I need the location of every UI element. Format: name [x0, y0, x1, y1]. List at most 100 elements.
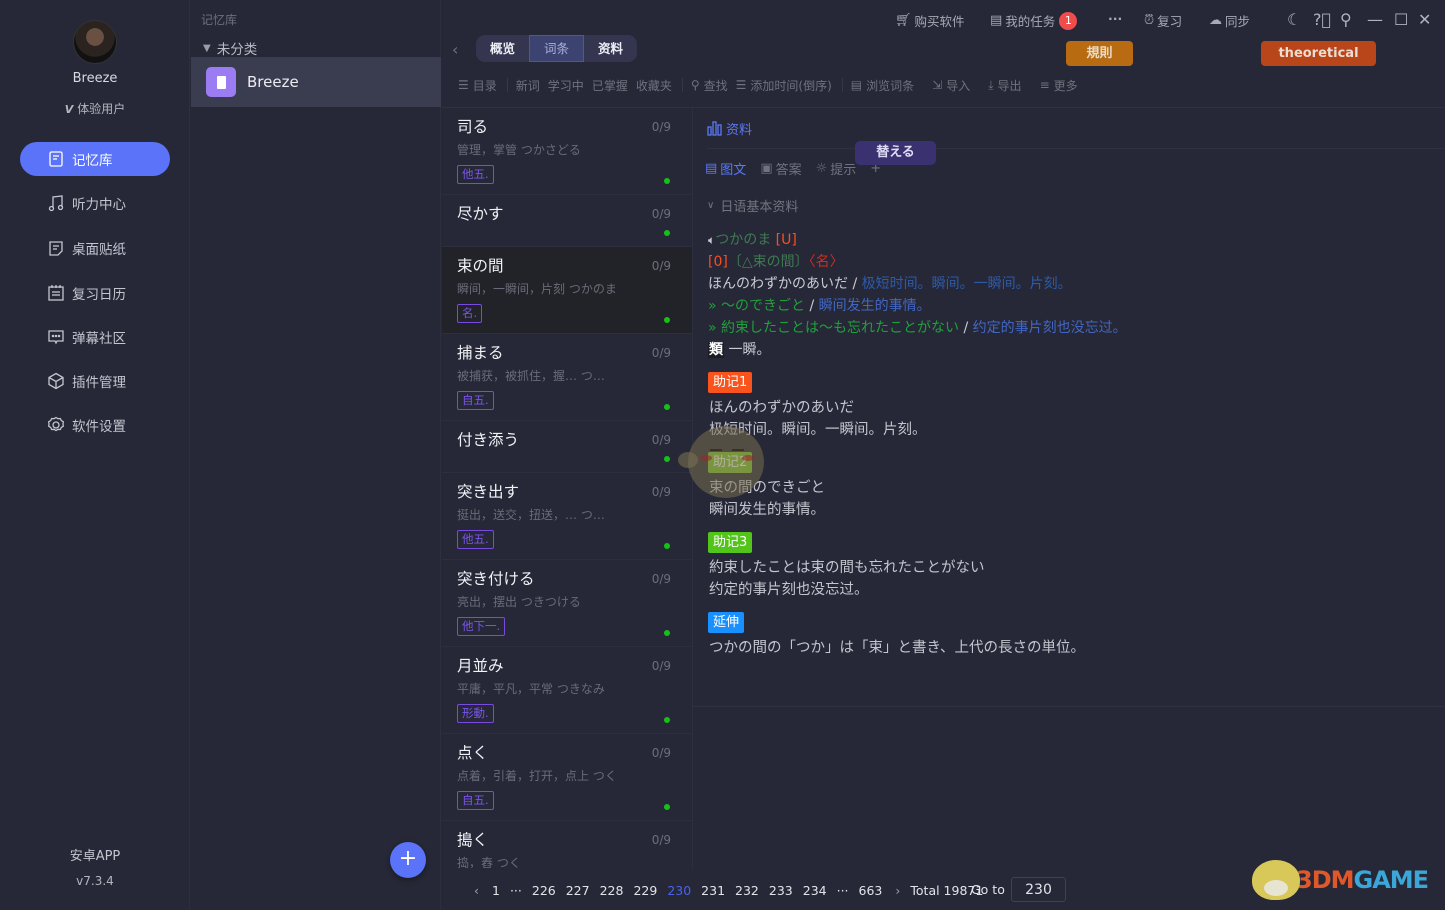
subtab-hint[interactable]: ☼ 提示 [816, 159, 857, 178]
page-number[interactable]: 228 [595, 883, 629, 898]
review-button[interactable]: ⏰︎ 复习 [1144, 11, 1182, 30]
more-options-button[interactable]: ··· [1108, 11, 1122, 26]
tab-overview[interactable]: 概览 [476, 35, 529, 62]
word-list-item[interactable]: 月並み 0/9 平庸，平凡，平常 つきなみ 形動. [442, 647, 692, 734]
page-ellipsis[interactable]: ··· [832, 883, 854, 898]
browse-entries-button[interactable]: ▤ 浏览词条 [851, 77, 914, 94]
page-number[interactable]: 231 [696, 883, 730, 898]
prev-page-button[interactable]: ‹ [466, 883, 487, 898]
word-list-item[interactable]: 突き出す 0/9 挺出，送交，扭送，… つ… 他五. [442, 473, 692, 560]
sort-button[interactable]: ☰ 添加时间(倒序) [736, 77, 832, 94]
minimize-icon[interactable]: — [1367, 10, 1383, 29]
avatar[interactable] [73, 20, 117, 64]
add-library-button[interactable]: + [390, 842, 426, 878]
tab-entries[interactable]: 词条 [529, 35, 585, 62]
page-number[interactable]: 226 [527, 883, 561, 898]
subtab-answer[interactable]: ▣ 答案 [760, 159, 801, 178]
more-button[interactable]: ≡ 更多 [1040, 77, 1078, 94]
caret-down-icon: ▼ [203, 42, 211, 54]
back-arrow-icon[interactable]: ‹ [452, 40, 458, 59]
sidebar-item-review-calendar[interactable]: 复习日历 [20, 276, 170, 310]
review-count: 0/9 [651, 120, 671, 134]
sidebar-item-danmaku-community[interactable]: 弹幕社区 [20, 320, 170, 354]
status-dot [664, 804, 670, 810]
category-uncategorized[interactable]: ▼ 未分类 [203, 38, 257, 58]
search-button[interactable]: ⚲ 查找 [691, 77, 728, 94]
word-list-item[interactable]: 突き付ける 0/9 亮出，摆出 つきつける 他下一. [442, 560, 692, 647]
word-list-item[interactable]: 司る 0/9 管理，掌管 つかさどる 他五. [442, 108, 692, 195]
page-number[interactable]: 230 [662, 883, 696, 898]
sync-button[interactable]: ☁︎ 同步 [1209, 11, 1250, 30]
next-page-button[interactable]: › [887, 883, 908, 898]
buy-software-button[interactable]: 🛒︎ 购买软件 [895, 11, 965, 30]
section-japanese-basics[interactable]: ∨ 日语基本资料 [707, 196, 798, 215]
review-count: 0/9 [651, 485, 671, 499]
library-book-item[interactable]: Breeze [191, 57, 441, 107]
sidebar-item-settings[interactable]: 软件设置 [20, 408, 170, 442]
sidebar-item-desktop-sticker[interactable]: 桌面贴纸 [20, 231, 170, 265]
word-text: 点く [457, 744, 489, 762]
page-number[interactable]: 227 [561, 883, 595, 898]
review-count: 0/9 [651, 433, 671, 447]
subtab-text-image[interactable]: ▤ 图文 [705, 159, 746, 178]
word-list-item[interactable]: 搗く 0/9 捣，舂 つく [442, 821, 692, 868]
part-of-speech-tag: 名. [457, 304, 483, 323]
status-dot [664, 456, 670, 462]
word-list-item[interactable]: 点く 0/9 点着，引着，打开，点上 つく 自五. [442, 734, 692, 821]
sidebar-item-memory-library[interactable]: 记忆库 [20, 142, 170, 176]
word-list-item[interactable]: 捕まる 0/9 被捕获，被抓住，握… つ… 自五. [442, 334, 692, 421]
page-ellipsis[interactable]: ··· [505, 883, 527, 898]
word-list-item[interactable]: 尽かす 0/9 [442, 195, 692, 247]
entry-definition-line: ほんのわずかのあいだ / 极短时间。瞬间。一瞬间。片刻。 [708, 273, 1072, 295]
note-line: つかの間の「つか」は「束」と書き、上代の長さの単位。 [709, 640, 1085, 656]
goto-page-input[interactable] [1011, 877, 1066, 902]
note-line: 瞬间发生的事情。 [709, 502, 825, 518]
import-label: 导入 [946, 78, 971, 93]
tab-materials[interactable]: 资料 [584, 35, 637, 62]
import-button[interactable]: ⇲ 导入 [932, 77, 970, 94]
close-icon[interactable]: ✕ [1418, 10, 1431, 29]
export-button[interactable]: ⤓ 导出 [988, 77, 1021, 94]
overlay-tag-theoretical: theoretical [1261, 41, 1376, 66]
download-icon: ⤓ [988, 77, 994, 92]
word-text: 突き付ける [457, 570, 535, 588]
note-label-mnemonic-2: 助记2 [708, 452, 753, 473]
filter-mastered[interactable]: 已掌握 [592, 77, 628, 94]
word-text: 束の間 [457, 257, 504, 275]
my-tasks-button[interactable]: ▤ 我的任务 1 [990, 11, 1078, 30]
page-number[interactable]: 232 [730, 883, 764, 898]
word-list-item[interactable]: 束の間 0/9 瞬间，一瞬间，片刻 つかのま 名. [442, 247, 692, 334]
user-type[interactable]: V 体验用户 [0, 100, 190, 117]
menu-icon: ≡ [1039, 78, 1050, 92]
filter-new[interactable]: 新词 [516, 77, 540, 94]
cart-icon: 🛒︎ [895, 13, 912, 28]
kanji-form: 〔△束の間〕 [727, 254, 809, 270]
page-number[interactable]: 234 [798, 883, 832, 898]
sidebar-item-plugins[interactable]: 插件管理 [20, 364, 170, 398]
bookmark-book-icon [206, 67, 236, 97]
review-count: 0/9 [651, 746, 671, 760]
search-label: 查找 [703, 78, 728, 93]
page-number[interactable]: 233 [764, 883, 798, 898]
entry-example-2: » 約束したことは〜も忘れたことがない / 约定的事片刻也没忘过。 [708, 317, 1127, 339]
catalog-button[interactable]: ☰ 目录 [458, 77, 497, 94]
filter-learning[interactable]: 学习中 [548, 77, 584, 94]
help-icon[interactable]: ?⃝ [1313, 10, 1331, 29]
sidebar-item-listening[interactable]: 听力中心 [20, 186, 170, 220]
android-app-link[interactable]: 安卓APP [0, 845, 190, 864]
chat-bubble-icon [46, 327, 66, 347]
part-of-speech-tag: 他五. [457, 530, 494, 549]
dark-mode-icon[interactable]: ☾ [1287, 10, 1301, 29]
filter-favorites[interactable]: 收藏夹 [636, 77, 672, 94]
part-of-speech-tag: 自五. [457, 391, 494, 410]
page-number[interactable]: 1 [487, 883, 505, 898]
status-dot [664, 630, 670, 636]
maximize-icon[interactable]: ☐ [1394, 10, 1408, 29]
sidebar-item-label: 记忆库 [72, 153, 113, 169]
word-list-item[interactable]: 付き添う 0/9 [442, 421, 692, 473]
search-icon[interactable]: ⚲ [1340, 10, 1352, 29]
page-number[interactable]: 229 [628, 883, 662, 898]
review-count: 0/9 [651, 659, 671, 673]
page-number[interactable]: 663 [854, 883, 888, 898]
word-meaning: 平庸，平凡，平常 つきなみ [457, 682, 605, 696]
